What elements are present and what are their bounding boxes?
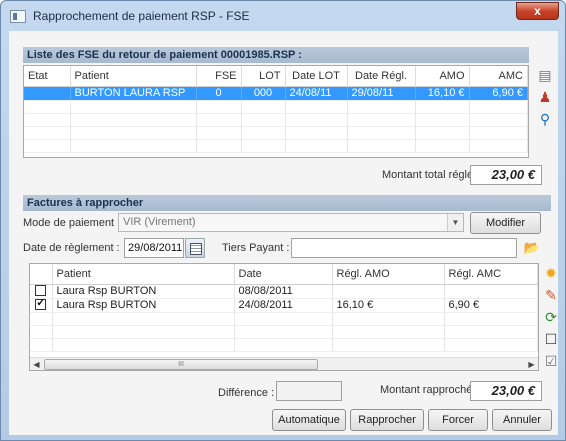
fse-empty-row [24, 100, 528, 114]
scroll-right-icon[interactable]: ▶ [525, 358, 538, 370]
cell-date: 08/08/2011 [234, 284, 333, 299]
difference-value [276, 381, 342, 401]
new-star-icon[interactable]: ✹ [543, 265, 559, 281]
factures-grid-header: Patient Date Régl. AMO Régl. AMC [30, 264, 538, 285]
user-refresh-icon[interactable]: ♟ [537, 89, 553, 105]
cell-amo: 16,10 € [415, 86, 470, 101]
search-icon[interactable]: ⚲ [537, 111, 553, 127]
difference-label: Différence : [218, 387, 275, 399]
scroll-left-icon[interactable]: ◀ [30, 358, 43, 370]
montant-rapproche-value: 23,00 € [470, 381, 542, 401]
facture-empty-row [30, 325, 538, 339]
automatique-button-label: Automatique [278, 414, 340, 426]
window-title: Rapprochement de paiement RSP - FSE [33, 9, 250, 23]
col-check [30, 264, 53, 285]
rapprocher-button-label: Rapprocher [358, 414, 416, 426]
cell-patient: BURTON LAURA RSP [70, 86, 197, 101]
cell-date-lot: 24/08/11 [285, 86, 348, 101]
mode-paiement-select[interactable]: VIR (Virement) ▼ [118, 213, 464, 232]
folder-open-icon[interactable]: 📂 [522, 239, 542, 257]
facture-checkbox[interactable] [35, 285, 47, 297]
fse-empty-row [24, 126, 528, 140]
annuler-button[interactable]: Annuler [492, 409, 552, 431]
col-amc[interactable]: AMC [469, 66, 528, 87]
rapprocher-button[interactable]: Rapprocher [350, 409, 424, 431]
fse-grid[interactable]: Etat Patient FSE LOT Date LOT Date Régl.… [23, 65, 529, 158]
cell-patient: Laura Rsp BURTON [52, 284, 235, 299]
col-patient[interactable]: Patient [52, 264, 235, 285]
modifier-button-label: Modifier [485, 217, 526, 229]
cell-patient: Laura Rsp BURTON [52, 298, 235, 313]
fse-row[interactable]: BURTON LAURA RSP 0 000 24/08/11 29/08/11… [24, 86, 528, 101]
automatique-button[interactable]: Automatique [272, 409, 346, 431]
title-bar: Rapprochement de paiement RSP - FSE x [1, 1, 565, 31]
dialog-window: Rapprochement de paiement RSP - FSE x Li… [0, 0, 566, 441]
tiers-payant-input[interactable] [291, 238, 517, 258]
col-patient[interactable]: Patient [70, 66, 197, 87]
forcer-button[interactable]: Forcer [428, 409, 488, 431]
facture-empty-row [30, 338, 538, 352]
refresh-icon[interactable]: ⟳ [543, 309, 559, 325]
cell-amc [444, 284, 538, 299]
cell-date-regl: 29/08/11 [347, 86, 416, 101]
cell-amo: 16,10 € [332, 298, 445, 313]
mode-paiement-label: Mode de paiement : [23, 217, 121, 229]
factures-grid[interactable]: Patient Date Régl. AMO Régl. AMC Laura R… [29, 263, 539, 371]
close-button[interactable]: x [516, 2, 559, 20]
horizontal-scrollbar[interactable]: ◀ III ▶ [30, 357, 538, 370]
fse-empty-row [24, 113, 528, 127]
cell-etat [24, 86, 71, 101]
fse-list-header: Liste des FSE du retour de paiement 0000… [23, 47, 529, 63]
document-preview-icon[interactable]: ▤ [537, 67, 553, 83]
cell-amc: 6,90 € [444, 298, 538, 313]
facture-checkbox-cell[interactable] [30, 284, 53, 299]
facture-row[interactable]: Laura Rsp BURTON 24/08/2011 16,10 € 6,90… [30, 297, 538, 313]
forcer-button-label: Forcer [442, 414, 474, 426]
col-date-lot[interactable]: Date LOT [285, 66, 348, 87]
app-icon [10, 10, 26, 23]
col-etat[interactable]: Etat [24, 66, 71, 87]
col-date[interactable]: Date [234, 264, 333, 285]
scroll-thumb[interactable]: III [44, 359, 318, 370]
cell-date: 24/08/2011 [234, 298, 333, 313]
col-regl-amo[interactable]: Régl. AMO [332, 264, 445, 285]
mode-paiement-value: VIR (Virement) [123, 216, 196, 228]
total-regle-value: 23,00 € [470, 165, 542, 185]
check-all-icon[interactable]: ☑ [543, 353, 559, 369]
calendar-icon[interactable] [185, 238, 205, 258]
factures-side-toolbar: ✹ ✎ ⟳ ☐ ☑ [543, 265, 561, 375]
modifier-button[interactable]: Modifier [470, 212, 541, 234]
facture-checkbox-cell[interactable] [30, 297, 53, 313]
fse-list-header-text: Liste des FSE du retour de paiement 0000… [27, 49, 302, 61]
col-fse[interactable]: FSE [196, 66, 242, 87]
facture-row[interactable]: Laura Rsp BURTON 08/08/2011 [30, 284, 538, 299]
factures-header-text: Factures à rapprocher [27, 197, 144, 209]
facture-checkbox[interactable] [35, 297, 47, 311]
client-area: Liste des FSE du retour de paiement 0000… [9, 31, 558, 435]
cell-amo [332, 284, 445, 299]
col-amo[interactable]: AMO [415, 66, 470, 87]
cell-fse: 0 [196, 86, 242, 101]
edit-pencil-icon[interactable]: ✎ [543, 287, 559, 303]
fse-side-toolbar: ▤ ♟ ⚲ [537, 67, 555, 133]
total-regle-label: Montant total réglé : [382, 169, 480, 181]
tiers-payant-label: Tiers Payant : [222, 242, 290, 254]
fse-empty-row [24, 139, 528, 153]
factures-header: Factures à rapprocher [23, 195, 551, 211]
scroll-thumb-grip: III [178, 361, 184, 368]
col-date-regl[interactable]: Date Régl. [347, 66, 416, 87]
cell-lot: 000 [241, 86, 286, 101]
date-reglement-input[interactable]: 29/08/2011 [124, 238, 184, 258]
col-lot[interactable]: LOT [241, 66, 286, 87]
uncheck-all-icon[interactable]: ☐ [543, 331, 559, 347]
date-reglement-label: Date de règlement : [23, 242, 120, 254]
cell-amc: 6,90 € [469, 86, 528, 101]
montant-rapproche-label: Montant rapproché : [380, 384, 479, 396]
chevron-down-icon[interactable]: ▼ [447, 214, 463, 231]
fse-grid-header: Etat Patient FSE LOT Date LOT Date Régl.… [24, 66, 528, 87]
annuler-button-label: Annuler [503, 414, 541, 426]
col-regl-amc[interactable]: Régl. AMC [444, 264, 538, 285]
facture-empty-row [30, 312, 538, 326]
